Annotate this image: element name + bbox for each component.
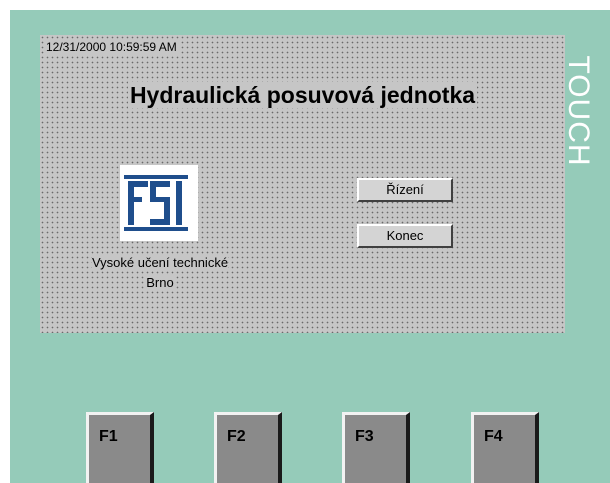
fsi-logo-icon bbox=[124, 175, 188, 231]
f3-key[interactable]: F3 bbox=[342, 412, 410, 483]
rizeni-button[interactable]: Řízení bbox=[357, 178, 453, 202]
page-title-text: Hydraulická posuvová jednotka bbox=[127, 82, 478, 108]
touch-brand-text: TOUCH bbox=[562, 55, 595, 167]
school-line-1: Vysoké učení technické bbox=[91, 255, 229, 270]
hmi-screen: 12/31/2000 10:59:59 AM Hydraulická posuv… bbox=[40, 35, 565, 333]
fsi-logo bbox=[120, 165, 198, 241]
f4-key[interactable]: F4 bbox=[471, 412, 539, 483]
school-line-2: Brno bbox=[146, 275, 174, 290]
f2-key[interactable]: F2 bbox=[214, 412, 282, 483]
touch-brand-label: TOUCH bbox=[556, 46, 600, 176]
page-title: Hydraulická posuvová jednotka bbox=[40, 82, 565, 109]
datetime-display: 12/31/2000 10:59:59 AM bbox=[44, 40, 179, 54]
school-name: Vysoké učení technické Brno bbox=[60, 253, 260, 293]
f1-key[interactable]: F1 bbox=[86, 412, 154, 483]
konec-button[interactable]: Konec bbox=[357, 224, 453, 248]
